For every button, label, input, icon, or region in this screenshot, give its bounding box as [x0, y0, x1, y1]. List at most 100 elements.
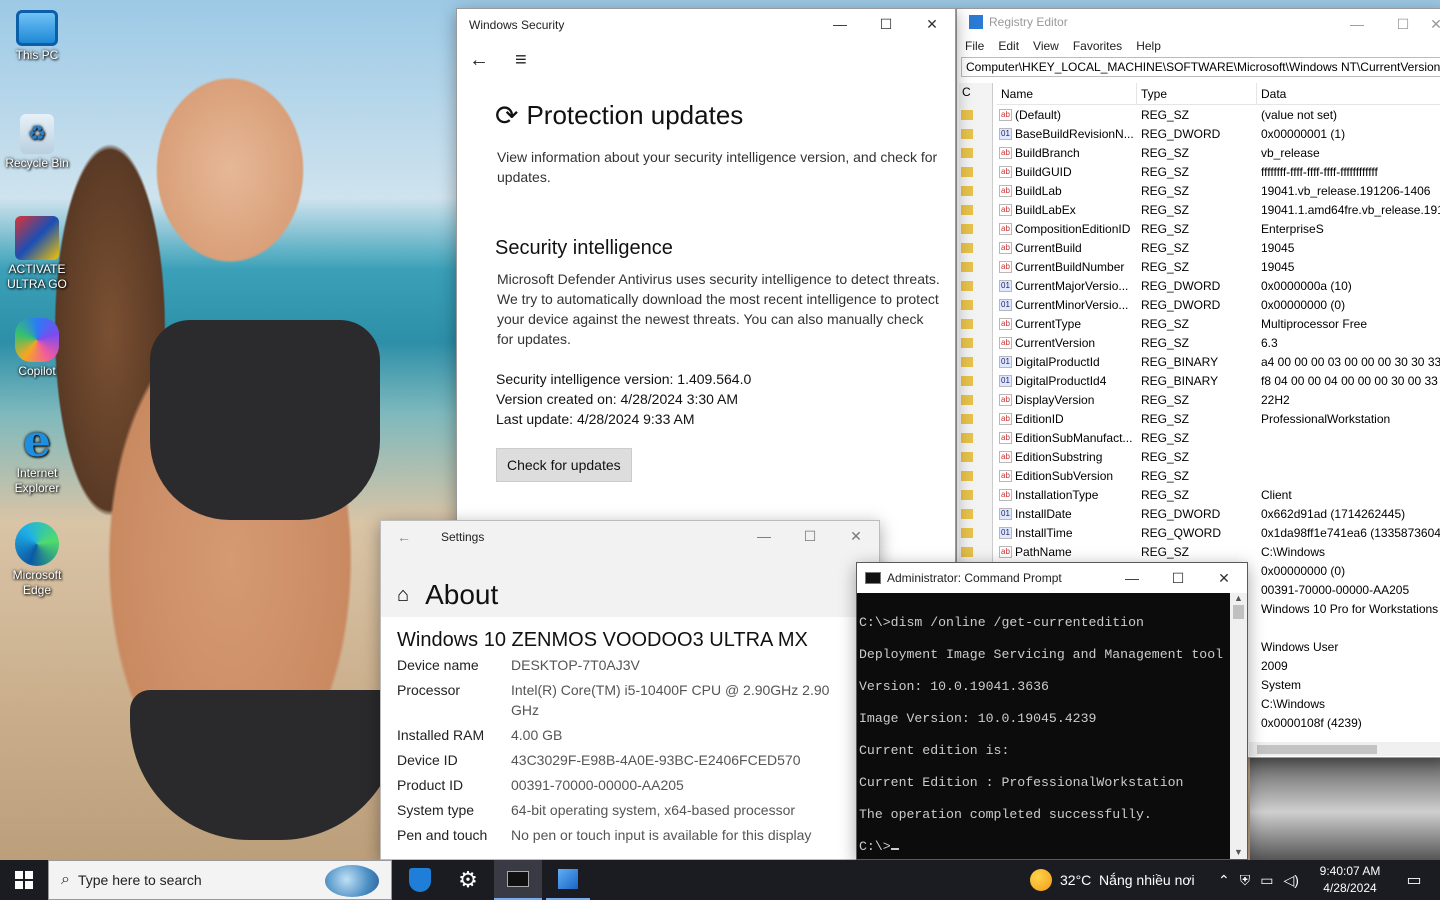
spec-row: Device name DESKTOP-7T0AJ3V — [397, 655, 841, 675]
desktop-icon-copilot[interactable]: Copilot — [2, 318, 72, 379]
maximize-button[interactable]: ☐ — [1155, 563, 1201, 593]
value-data: System — [1261, 677, 1302, 692]
column-header-type[interactable]: Type — [1137, 83, 1257, 105]
taskbar-app-settings[interactable]: ⚙ — [446, 860, 490, 900]
weather-widget[interactable]: 32°C Nắng nhiều nơi — [1030, 860, 1195, 900]
menu-help[interactable]: Help — [1136, 39, 1161, 53]
registry-value-row[interactable]: ab PathName REG_SZ C:\Windows — [997, 542, 1440, 561]
registry-value-row[interactable]: 01 CurrentMajorVersio... REG_DWORD 0x000000… — [997, 276, 1440, 295]
minimize-button[interactable]: — — [1334, 9, 1380, 39]
close-button[interactable]: ✕ — [1201, 563, 1247, 593]
registry-value-row[interactable]: ab CompositionEditionID REG_SZ EnterpriseS — [997, 219, 1440, 238]
registry-value-row[interactable]: ab EditionSubManufact... REG_SZ — [997, 428, 1440, 447]
column-header-name[interactable]: Name — [997, 83, 1137, 105]
console-output[interactable]: C:\>dism /online /get-currentedition Depl… — [857, 593, 1231, 859]
network-icon[interactable]: ▭ — [1260, 872, 1273, 889]
clock[interactable]: 9:40:07 AM 4/28/2024 — [1312, 863, 1388, 897]
registry-value-row[interactable]: 01 InstallTime REG_QWORD 0x1da98ff1e741ea6 … — [997, 523, 1440, 542]
activate-app-icon — [15, 216, 59, 260]
address-bar[interactable]: Computer\HKEY_LOCAL_MACHINE\SOFTWARE\Mic… — [961, 57, 1440, 77]
cmd-icon — [507, 871, 529, 887]
registry-value-row[interactable]: ab CurrentBuild REG_SZ 19045 — [997, 238, 1440, 257]
taskbar-app-security[interactable] — [398, 860, 442, 900]
registry-value-row[interactable]: ab InstallationType REG_SZ Client — [997, 485, 1440, 504]
menu-file[interactable]: File — [965, 39, 984, 53]
registry-value-row[interactable]: ab EditionSubVersion REG_SZ — [997, 466, 1440, 485]
value-data: f8 04 00 00 04 00 00 00 30 00 33 00 — [1261, 373, 1440, 388]
registry-value-row[interactable]: ab CurrentVersion REG_SZ 6.3 — [997, 333, 1440, 352]
show-hidden-icons-icon[interactable]: ⌃ — [1218, 872, 1230, 889]
scrollbar-thumb[interactable] — [1233, 605, 1244, 619]
registry-value-row[interactable]: ab EditionID REG_SZ ProfessionalWorkstation — [997, 409, 1440, 428]
menu-favorites[interactable]: Favorites — [1073, 39, 1122, 53]
maximize-button[interactable]: ☐ — [863, 9, 909, 39]
back-arrow-icon[interactable]: ← — [397, 529, 411, 545]
menu-view[interactable]: View — [1033, 39, 1059, 53]
minimize-button[interactable]: — — [741, 521, 787, 551]
registry-value-row[interactable]: 01 CurrentMinorVersio... REG_DWORD 0x000000… — [997, 295, 1440, 314]
minimize-button[interactable]: — — [1109, 563, 1155, 593]
clock-time: 9:40:07 AM — [1319, 864, 1381, 878]
maximize-button[interactable]: ☐ — [1380, 9, 1426, 39]
maximize-button[interactable]: ☐ — [787, 521, 833, 551]
column-header-data[interactable]: Data — [1257, 83, 1440, 105]
desktop-icon-label: Copilot — [18, 364, 56, 378]
search-highlight-icon — [325, 865, 379, 897]
registry-value-row[interactable]: 01 DigitalProductId REG_BINARY a4 00 00 00 … — [997, 352, 1440, 371]
cmd-icon — [865, 572, 881, 584]
vertical-scrollbar[interactable]: ▲ ▼ — [1230, 593, 1247, 859]
home-icon: ⌂ — [397, 583, 410, 606]
registry-value-row[interactable]: ab CurrentType REG_SZ Multiprocessor Free — [997, 314, 1440, 333]
value-name: CurrentBuild — [1015, 240, 1082, 255]
registry-value-row[interactable]: ab EditionSubstring REG_SZ — [997, 447, 1440, 466]
spec-row: Pen and touch No pen or touch input is av… — [397, 825, 841, 845]
registry-value-row[interactable]: ab CurrentBuildNumber REG_SZ 19045 — [997, 257, 1440, 276]
registry-value-row[interactable]: ab BuildBranch REG_SZ vb_release — [997, 143, 1440, 162]
value-name: EditionSubVersion — [1015, 468, 1114, 483]
close-button[interactable]: ✕ — [909, 9, 955, 39]
hamburger-menu-icon[interactable]: ≡ — [515, 49, 527, 72]
string-value-icon: ab — [999, 431, 1012, 444]
check-for-updates-button[interactable]: Check for updates — [496, 448, 632, 482]
registry-value-row[interactable]: 01 BaseBuildRevisionN... REG_DWORD 0x000000… — [997, 124, 1440, 143]
spec-value: No pen or touch input is available for t… — [511, 827, 812, 843]
value-data: 19045 — [1261, 259, 1295, 274]
string-value-icon: ab — [999, 317, 1012, 330]
desktop-icon-edge[interactable]: Microsoft Edge — [2, 522, 72, 598]
spec-label: Pen and touch — [397, 827, 488, 843]
value-name-cell: ab BuildLab — [997, 184, 1137, 198]
volume-icon[interactable]: ◁) — [1283, 872, 1298, 889]
console-line: Version: 10.0.19041.3636 — [859, 679, 1049, 694]
registry-value-row[interactable]: ab BuildLab REG_SZ 19041.vb_release.191206-… — [997, 181, 1440, 200]
registry-value-row[interactable]: ab BuildLabEx REG_SZ 19041.1.amd64fre.vb_re… — [997, 200, 1440, 219]
registry-value-row[interactable]: ab DisplayVersion REG_SZ 22H2 — [997, 390, 1440, 409]
registry-value-row[interactable]: ab (Default) REG_SZ (value not set) — [997, 105, 1440, 124]
taskbar-app-regedit[interactable] — [546, 860, 590, 900]
registry-value-row[interactable]: ab BuildGUID REG_SZ ffffffff-ffff-ffff-ffff… — [997, 162, 1440, 181]
desktop-icon-recycle-bin[interactable]: ♻ Recycle Bin — [2, 114, 72, 171]
registry-value-row[interactable]: 01 DigitalProductId4 REG_BINARY f8 04 00 00… — [997, 371, 1440, 390]
spec-label: Installed RAM — [397, 727, 485, 743]
taskbar-search-box[interactable]: ⌕ Type here to search — [48, 860, 392, 900]
desktop-icon-internet-explorer[interactable]: e Internet Explorer — [2, 420, 72, 496]
start-button[interactable] — [0, 860, 48, 900]
menu-edit[interactable]: Edit — [998, 39, 1019, 53]
search-icon: ⌕ — [61, 871, 70, 888]
taskbar-app-cmd[interactable] — [494, 860, 542, 900]
back-arrow-icon[interactable]: ← — [469, 49, 489, 72]
horizontal-scrollbar[interactable] — [1249, 742, 1440, 756]
value-name-cell: ab BuildLabEx — [997, 203, 1137, 217]
spec-label: Processor — [397, 682, 461, 698]
close-button[interactable]: ✕ — [1426, 9, 1440, 39]
close-button[interactable]: ✕ — [833, 521, 879, 551]
desktop-icon-this-pc[interactable]: This PC — [2, 10, 72, 63]
registry-value-row[interactable]: 01 InstallDate REG_DWORD 0x662d91ad (171426… — [997, 504, 1440, 523]
scrollbar-thumb[interactable] — [1257, 745, 1377, 754]
notification-center-button[interactable]: ▭ — [1396, 860, 1432, 900]
folder-icon — [961, 205, 973, 215]
security-tray-icon[interactable]: ⛨ — [1240, 872, 1251, 889]
key-tree-pane[interactable]: C — [959, 83, 993, 573]
weather-sun-icon — [1030, 869, 1052, 891]
desktop-icon-activate[interactable]: ACTIVATE ULTRA GO — [2, 216, 72, 292]
minimize-button[interactable]: — — [817, 9, 863, 39]
